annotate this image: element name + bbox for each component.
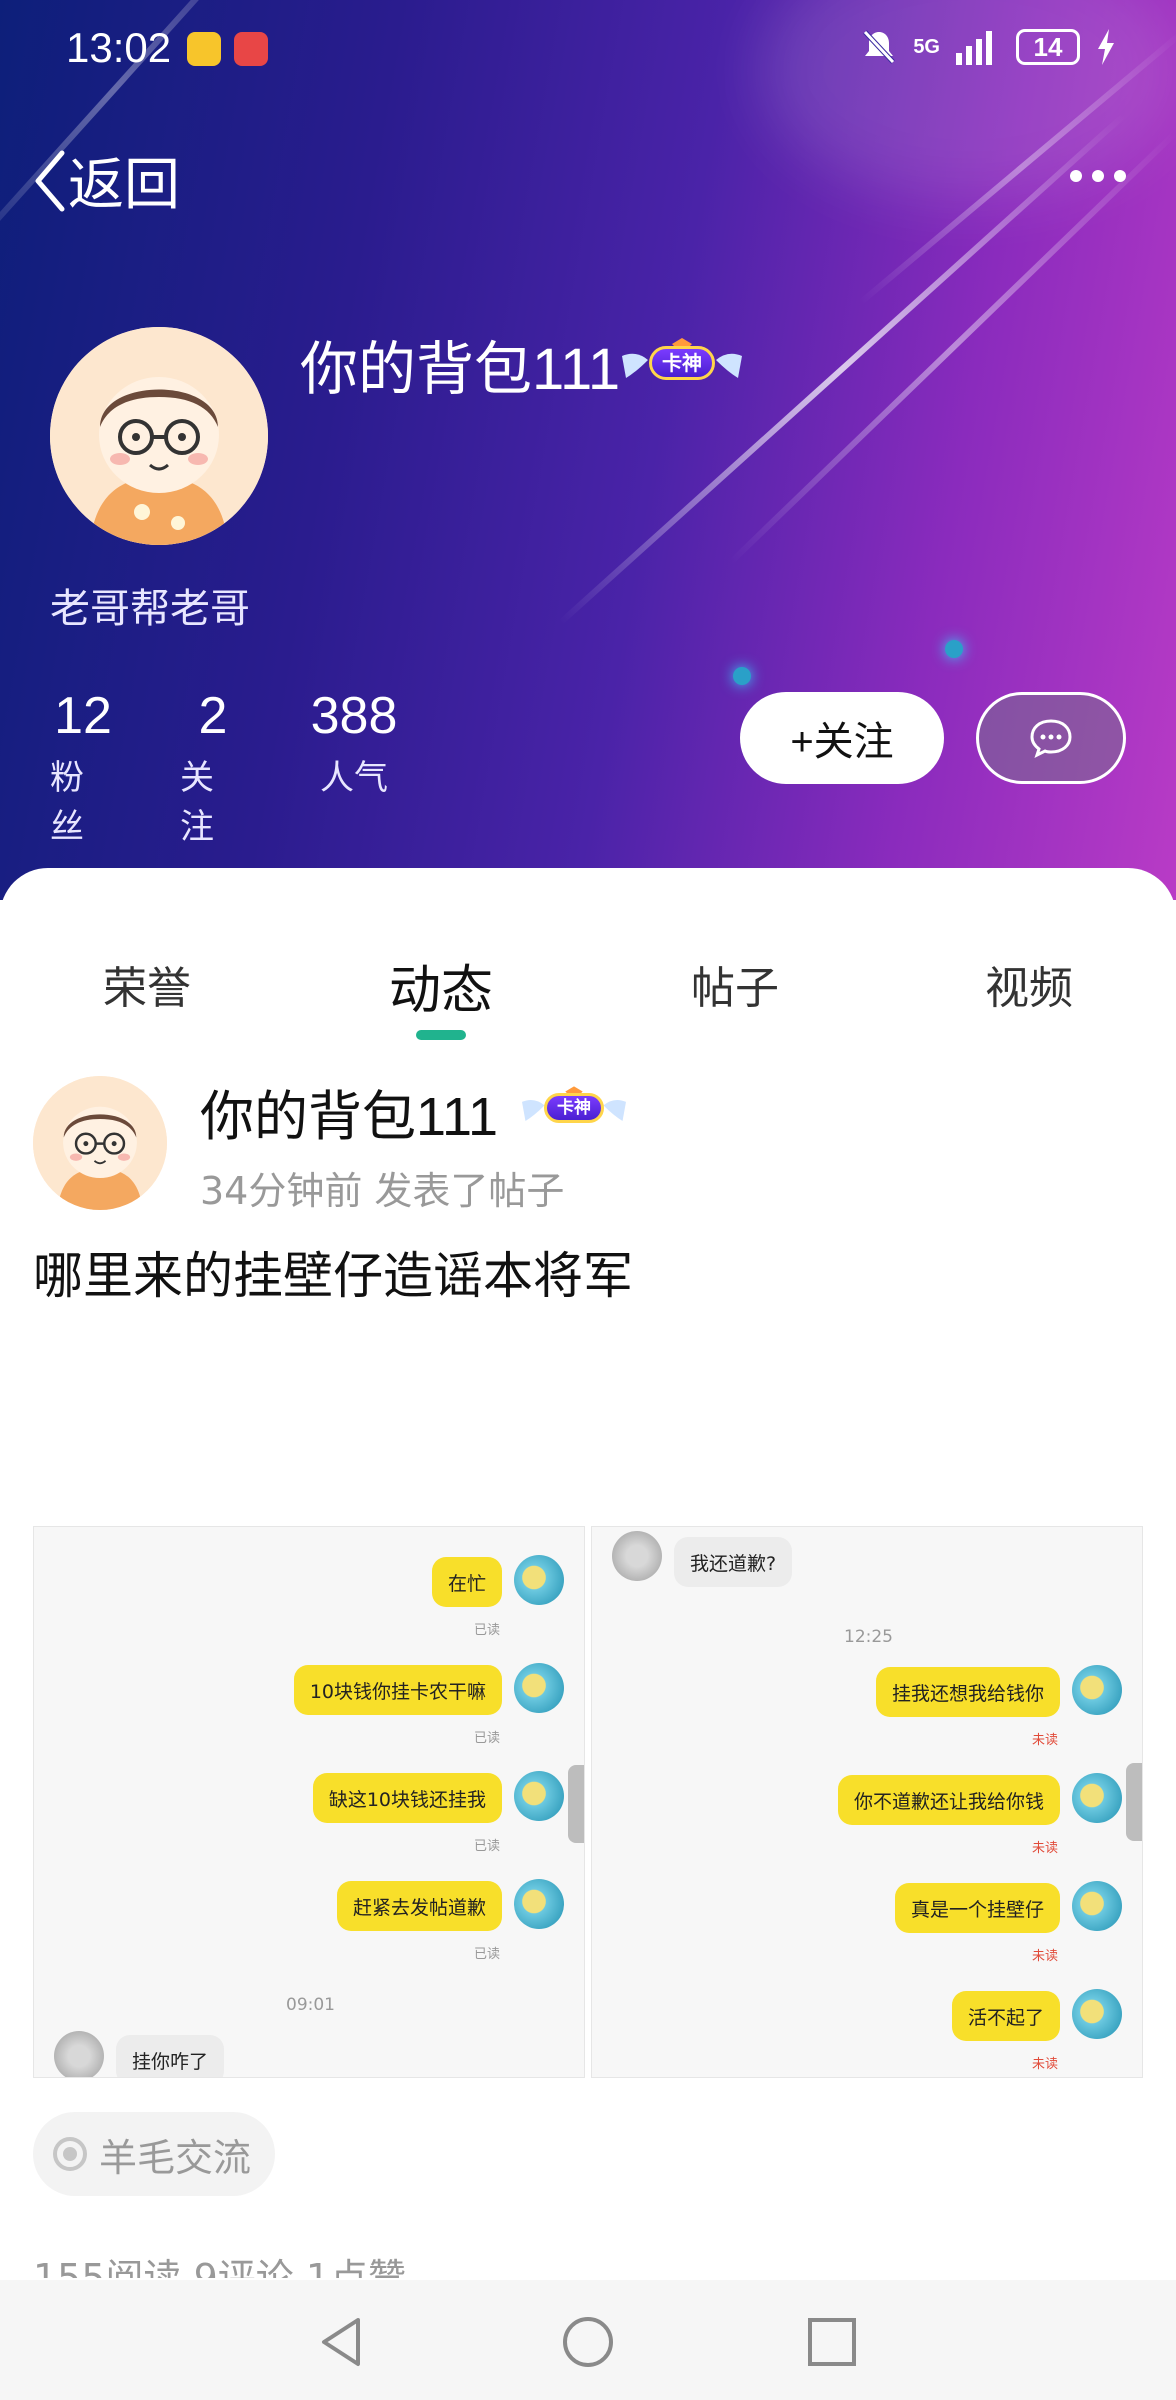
avatar[interactable]	[50, 327, 268, 545]
glow-dot	[733, 667, 751, 685]
read-status: 已读	[473, 1623, 500, 1638]
read-status: 已读	[473, 1947, 500, 1962]
chat-time: 09:01	[286, 1995, 335, 2015]
mute-bell-icon	[863, 30, 896, 64]
chat-bubble: 我还道歉?	[674, 1537, 793, 1587]
chat-bubble: 挂你咋了	[116, 2035, 225, 2077]
avatar-illustration	[33, 1076, 167, 1210]
post-meta: 34分钟前 发表了帖子	[200, 1169, 565, 1213]
message-button[interactable]	[976, 692, 1126, 784]
back-label: 返回	[68, 153, 180, 218]
weibo-icon	[187, 32, 221, 66]
home-circle-icon[interactable]	[560, 2314, 616, 2370]
status-bar: 13:02 5G 14	[0, 0, 1176, 100]
stat-value: 2	[198, 687, 228, 745]
back-button[interactable]: 返回	[32, 140, 180, 221]
chat-bubble-icon	[1030, 719, 1072, 758]
badge-label: 卡神	[649, 346, 715, 380]
profile-header: 13:02 5G 14 返回 你的背包111 卡神 老哥帮老哥 12 粉丝 2 …	[0, 0, 1176, 900]
topic-tag[interactable]: 羊毛交流	[33, 2112, 276, 2196]
scroll-handle	[568, 1765, 584, 1843]
topic-circle-icon	[53, 2137, 87, 2171]
chat-bubble: 赶紧去发帖道歉	[336, 1881, 502, 1931]
profile-tabs: 荣誉 动态 帖子 视频	[0, 940, 1176, 1030]
chat-time: 12:25	[844, 1627, 893, 1647]
battery-level: 14	[1033, 31, 1063, 62]
scroll-handle	[1126, 1763, 1142, 1841]
status-icons: 5G 14	[861, 28, 1116, 66]
post-avatar[interactable]	[33, 1076, 167, 1210]
post-counts: 155阅读 9评论 1点赞	[33, 2256, 407, 2278]
follow-button[interactable]: +关注	[740, 692, 944, 784]
network-type: 5G	[913, 36, 940, 58]
tab-videos[interactable]: 视频	[909, 952, 1149, 1016]
chat-avatar	[1072, 1773, 1122, 1823]
chat-bubble: 活不起了	[951, 1991, 1060, 2041]
stat-popularity[interactable]: 388 人气	[304, 686, 404, 848]
battery-icon: 14	[1016, 29, 1080, 65]
chat-avatar	[612, 1531, 662, 1581]
stat-label: 人气	[320, 758, 388, 798]
read-status: 未读	[1031, 1841, 1058, 1856]
tab-feed[interactable]: 动态	[321, 948, 561, 1023]
read-status: 未读	[1031, 2057, 1058, 2072]
post-level-badge: 卡神	[522, 1086, 626, 1130]
stat-following[interactable]: 2 关注	[180, 686, 246, 848]
stat-label: 粉丝	[50, 758, 84, 847]
post-image-1[interactable]: 在忙 已读 10块钱你挂卡农干嘛 已读 缺这10块钱还挂我 已读 赶紧去发帖道歉…	[33, 1526, 585, 2078]
read-status: 已读	[473, 1731, 500, 1746]
chat-bubble: 真是一个挂壁仔	[894, 1883, 1060, 1933]
chat-avatar	[514, 1771, 564, 1821]
stat-value: 12	[54, 687, 112, 745]
charging-icon	[1098, 29, 1114, 65]
more-dots-icon[interactable]	[1070, 170, 1126, 182]
post-text: 哪里来的挂壁仔造谣本将军	[33, 1247, 633, 1305]
read-status: 已读	[473, 1839, 500, 1854]
stat-value: 388	[310, 687, 398, 745]
chat-avatar	[514, 1555, 564, 1605]
profile-username: 你的背包111	[300, 337, 621, 402]
chat-avatar	[1072, 1665, 1122, 1715]
chat-bubble: 10块钱你挂卡农干嘛	[293, 1665, 502, 1715]
system-nav-bar	[0, 2280, 1176, 2400]
profile-stats: 12 粉丝 2 关注 388 人气	[50, 686, 404, 848]
level-badge: 卡神	[622, 338, 742, 388]
recents-square-icon[interactable]	[804, 2314, 860, 2370]
chat-avatar	[54, 2031, 104, 2077]
avatar-illustration	[50, 327, 268, 545]
topic-tag-label: 羊毛交流	[99, 2135, 252, 2180]
read-status: 未读	[1031, 1949, 1058, 1964]
back-triangle-icon[interactable]	[314, 2314, 370, 2370]
tab-indicator	[416, 1030, 466, 1040]
chat-bubble: 缺这10块钱还挂我	[312, 1773, 502, 1823]
chat-avatar	[1072, 1989, 1122, 2039]
chat-avatar	[514, 1663, 564, 1713]
chat-avatar	[1072, 1881, 1122, 1931]
status-time: 13:02	[66, 24, 172, 71]
chat-bubble: 挂我还想我给钱你	[875, 1667, 1060, 1717]
chat-avatar	[514, 1879, 564, 1929]
badge-label: 卡神	[544, 1093, 604, 1123]
tab-posts[interactable]: 帖子	[615, 952, 855, 1016]
post-image-2[interactable]: 我还道歉? 12:25 挂我还想我给钱你 未读 你不道歉还让我给你钱 未读 真是…	[591, 1526, 1143, 2078]
signal-icon	[956, 31, 992, 65]
stat-fans[interactable]: 12 粉丝	[50, 686, 116, 848]
chat-bubble: 在忙	[431, 1557, 502, 1607]
profile-signature: 老哥帮老哥	[50, 586, 250, 632]
post-username[interactable]: 你的背包111	[200, 1072, 498, 1151]
chevron-left-icon	[35, 150, 65, 211]
tab-honor[interactable]: 荣誉	[27, 952, 267, 1016]
chat-bubble: 你不道歉还让我给你钱	[837, 1775, 1060, 1825]
glow-dot	[945, 640, 963, 658]
read-status: 未读	[1031, 1733, 1058, 1748]
book-app-icon	[234, 32, 268, 66]
stat-label: 关注	[180, 758, 214, 847]
